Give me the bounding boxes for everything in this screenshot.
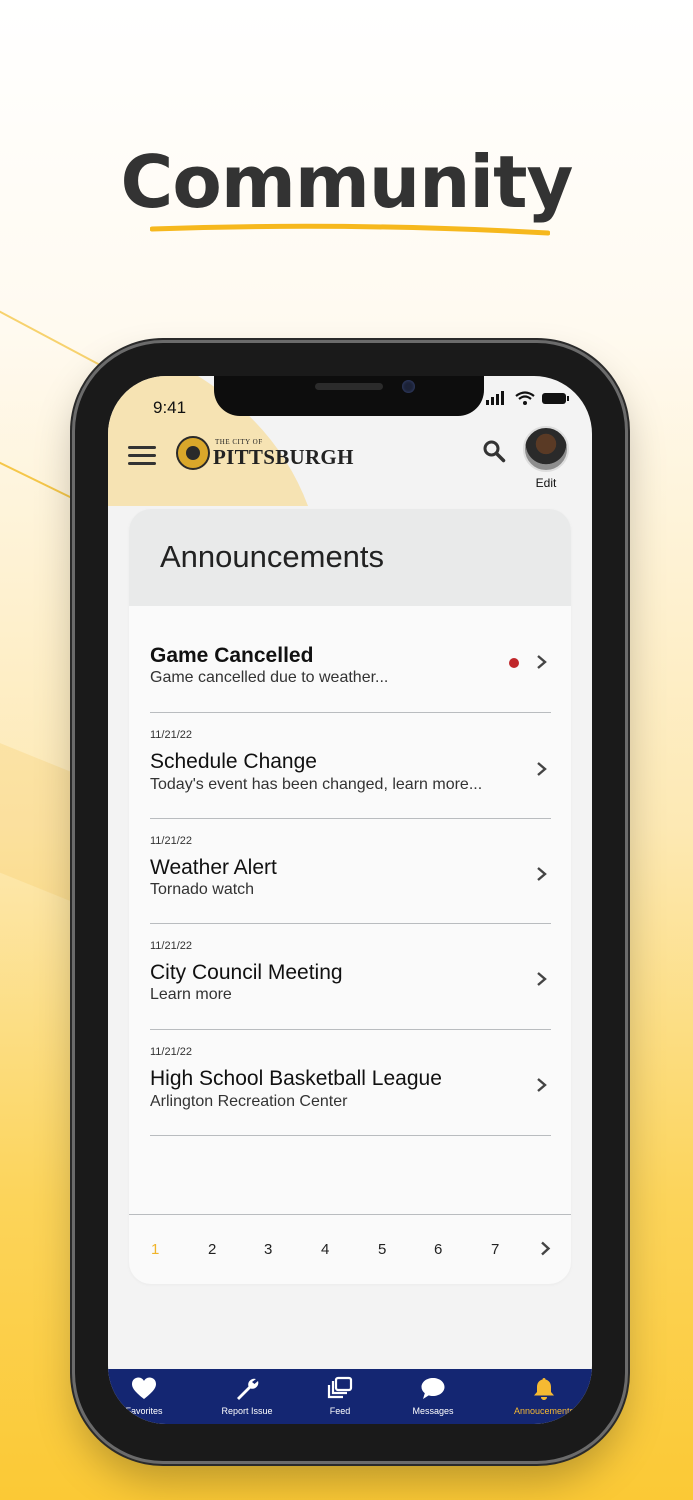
announcement-subtitle: Game cancelled due to weather... xyxy=(150,669,389,686)
headline-underline xyxy=(150,223,550,236)
announcement-subtitle: Learn more xyxy=(150,986,232,1003)
announcement-subtitle: Arlington Recreation Center xyxy=(150,1093,348,1110)
logo-title: PITTSBURGH xyxy=(213,444,354,469)
chat-bubble-icon xyxy=(421,1378,445,1399)
tab-label: Messages xyxy=(412,1406,454,1416)
city-logo[interactable]: THE CITY OF PITTSBURGH xyxy=(176,436,354,470)
announcement-item-basketball-league[interactable]: 11/21/22 High School Basketball League A… xyxy=(150,1029,551,1136)
announcement-title: Game Cancelled xyxy=(150,644,314,667)
page-link-7[interactable]: 7 xyxy=(491,1241,499,1258)
bell-icon xyxy=(534,1378,554,1400)
announcement-subtitle: Tornado watch xyxy=(150,881,255,898)
announcement-title: High School Basketball League xyxy=(150,1067,442,1090)
page-link-3[interactable]: 3 xyxy=(264,1241,272,1258)
tab-report-issue[interactable]: Report Issue xyxy=(202,1369,292,1424)
page-title: Announcements xyxy=(160,539,385,574)
phone-screen: 9:41 THE CITY OF PITTSBURGH Edit Announc… xyxy=(108,376,592,1424)
hamburger-icon[interactable] xyxy=(128,446,156,466)
tab-label: Feed xyxy=(329,1406,351,1416)
edit-profile-link[interactable]: Edit xyxy=(523,476,569,490)
announcement-title: Weather Alert xyxy=(150,856,277,879)
heart-icon xyxy=(132,1377,156,1399)
decorative-line xyxy=(0,452,79,503)
avatar[interactable] xyxy=(523,426,569,472)
wrench-icon xyxy=(237,1378,259,1400)
announcement-title: City Council Meeting xyxy=(150,961,343,984)
page-link-4[interactable]: 4 xyxy=(321,1241,329,1258)
announcement-item-schedule-change[interactable]: 11/21/22 Schedule Change Today's event h… xyxy=(150,712,551,819)
city-seal-icon xyxy=(176,436,210,470)
phone-power-button xyxy=(625,600,629,728)
page-link-2[interactable]: 2 xyxy=(208,1241,216,1258)
announcement-item-city-council[interactable]: 11/21/22 City Council Meeting Learn more xyxy=(150,923,551,1030)
feed-icon xyxy=(327,1376,353,1399)
bottom-tab-bar: Favorites Report Issue Feed Messages Ann… xyxy=(108,1369,592,1424)
announcement-item-game-cancelled[interactable]: Game Cancelled Game cancelled due to wea… xyxy=(150,606,551,713)
chevron-right-icon xyxy=(537,1078,547,1092)
chevron-right-icon xyxy=(537,972,547,986)
tab-feed[interactable]: Feed xyxy=(295,1369,385,1424)
announcement-date: 11/21/22 xyxy=(150,1046,193,1058)
phone-speaker xyxy=(315,383,383,390)
search-icon[interactable] xyxy=(482,439,506,463)
chevron-right-icon xyxy=(537,867,547,881)
page-link-5[interactable]: 5 xyxy=(378,1241,386,1258)
tab-label: Annoucements xyxy=(513,1406,575,1416)
announcement-date: 11/21/22 xyxy=(150,729,193,741)
pagination: 1 2 3 4 5 6 7 xyxy=(129,1214,571,1284)
tab-favorites[interactable]: Favorites xyxy=(108,1369,189,1424)
status-icons xyxy=(486,391,569,405)
announcement-item-weather-alert[interactable]: 11/21/22 Weather Alert Tornado watch xyxy=(150,818,551,924)
announcements-card: Announcements Game Cancelled Game cancel… xyxy=(129,509,571,1284)
announcement-date: 11/21/22 xyxy=(150,940,193,952)
page-headline: Community xyxy=(120,140,574,224)
announcement-title: Schedule Change xyxy=(150,750,317,773)
chevron-right-icon xyxy=(537,762,547,776)
page-link-1[interactable]: 1 xyxy=(151,1241,159,1258)
phone-camera xyxy=(402,380,415,393)
tab-label: Report Issue xyxy=(221,1406,273,1416)
phone-notch xyxy=(214,376,484,416)
tab-label: Favorites xyxy=(125,1406,163,1416)
page-link-6[interactable]: 6 xyxy=(434,1241,442,1258)
tab-messages[interactable]: Messages xyxy=(388,1369,478,1424)
unread-dot-icon xyxy=(509,658,519,668)
tab-announcements[interactable]: Annoucements xyxy=(499,1369,589,1424)
announcement-subtitle: Today's event has been changed, learn mo… xyxy=(150,776,483,793)
chevron-right-icon xyxy=(537,655,547,669)
next-page-chevron-icon[interactable] xyxy=(540,1241,551,1256)
announcement-date: 11/21/22 xyxy=(150,835,193,847)
status-time: 9:41 xyxy=(153,398,187,417)
